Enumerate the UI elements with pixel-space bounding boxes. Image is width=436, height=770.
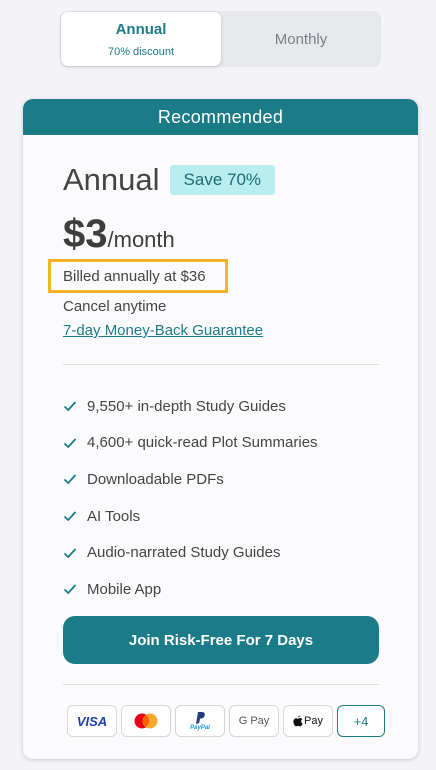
feature-item: Mobile App (63, 571, 318, 608)
check-icon (63, 582, 77, 596)
save-badge: Save 70% (169, 165, 276, 195)
feature-item: 9,550+ in-depth Study Guides (63, 388, 318, 425)
monthly-option[interactable]: Monthly (221, 11, 381, 67)
feature-list: 9,550+ in-depth Study Guides 4,600+ quic… (63, 388, 318, 608)
price-period: /month (107, 227, 175, 252)
paypal-icon: PayPal (175, 705, 225, 737)
annual-option[interactable]: Annual 70% discount (61, 12, 221, 66)
cancel-anytime-text: Cancel anytime (63, 298, 167, 315)
feature-label: Mobile App (87, 580, 162, 598)
price-amount: $3 (63, 212, 108, 256)
money-back-guarantee-link[interactable]: 7-day Money-Back Guarantee (63, 322, 263, 339)
apple-icon (293, 715, 303, 727)
check-icon (63, 546, 77, 560)
visa-label: VISA (76, 713, 108, 729)
join-risk-free-button[interactable]: Join Risk-Free For 7 Days (63, 616, 379, 664)
feature-item: AI Tools (63, 498, 318, 535)
check-icon (63, 472, 77, 486)
apple-pay-icon: Pay (283, 705, 333, 737)
payment-methods: VISA PayPal G Pay Pay +4 (67, 705, 385, 737)
feature-label: Downloadable PDFs (87, 470, 224, 488)
pricing-card: Recommended Annual Save 70% $3 /month Bi… (23, 99, 418, 759)
divider (63, 684, 379, 685)
billing-toggle: Annual 70% discount Monthly (60, 11, 381, 67)
annual-option-label: Annual (115, 20, 167, 38)
price: $3 /month (63, 212, 175, 257)
billed-annually-text: Billed annually at $36 (48, 259, 228, 293)
check-icon (63, 509, 77, 523)
google-pay-icon: G Pay (229, 705, 279, 737)
feature-label: 9,550+ in-depth Study Guides (87, 397, 286, 415)
paypal-label: PayPal (190, 725, 210, 731)
apple-pay-label: Pay (304, 715, 323, 727)
check-icon (63, 436, 77, 450)
feature-label: AI Tools (87, 507, 141, 525)
google-pay-label: G Pay (238, 715, 270, 727)
check-icon (63, 399, 77, 413)
feature-label: 4,600+ quick-read Plot Summaries (87, 434, 318, 452)
recommended-banner: Recommended (23, 99, 418, 135)
monthly-option-label: Monthly (274, 30, 328, 48)
annual-option-discount: 70% discount (107, 45, 175, 58)
plan-header: Annual Save 70% (63, 162, 276, 198)
feature-label: Audio-narrated Study Guides (87, 544, 281, 562)
mastercard-icon (121, 705, 171, 737)
feature-item: 4,600+ quick-read Plot Summaries (63, 425, 318, 462)
plan-name: Annual (63, 162, 160, 197)
visa-icon: VISA (67, 705, 117, 737)
more-payment-methods-button[interactable]: +4 (337, 705, 385, 737)
billed-annually-label: Billed annually at $36 (63, 267, 206, 285)
divider (63, 364, 379, 365)
feature-item: Audio-narrated Study Guides (63, 534, 318, 571)
feature-item: Downloadable PDFs (63, 461, 318, 498)
